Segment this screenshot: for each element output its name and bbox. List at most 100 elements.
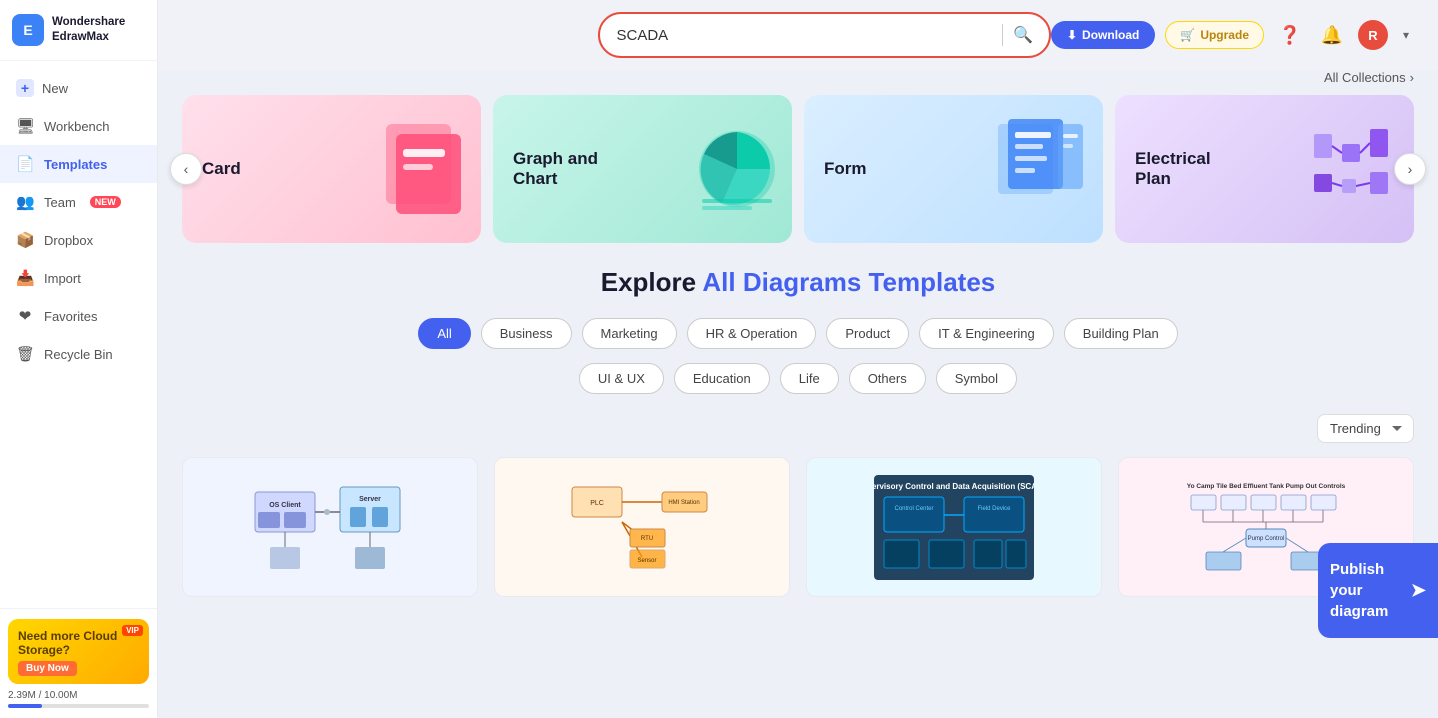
sidebar-item-templates[interactable]: 📄 Templates xyxy=(0,145,157,183)
sort-select[interactable]: Trending Newest Popular xyxy=(1317,414,1414,443)
sort-bar: Trending Newest Popular xyxy=(182,414,1414,443)
electrical-plan-label: ElectricalPlan xyxy=(1135,149,1211,189)
category-others[interactable]: Others xyxy=(849,363,926,394)
sidebar-item-recycle-bin[interactable]: 🗑 Recycle Bin xyxy=(0,335,157,373)
category-building-plan[interactable]: Building Plan xyxy=(1064,318,1178,349)
team-icon: 👥 xyxy=(16,193,34,211)
new-label: New xyxy=(42,81,68,96)
carousel-card-form[interactable]: Form xyxy=(804,95,1103,243)
app-logo[interactable]: E Wondershare EdrawMax xyxy=(0,0,157,61)
category-life[interactable]: Life xyxy=(780,363,839,394)
category-hr-operation[interactable]: HR & Operation xyxy=(687,318,817,349)
category-pills: All Business Marketing HR & Operation Pr… xyxy=(182,318,1414,349)
sidebar-item-team[interactable]: 👥 Team NEW xyxy=(0,183,157,221)
main-content: 🔍 ⬇ Download 🛒 Upgrade ❓ 🔔 R ▾ All Colle… xyxy=(158,0,1438,718)
template-carousel-section: All Collections › ‹ Card xyxy=(182,70,1414,243)
svg-text:HMI Station: HMI Station xyxy=(668,500,699,506)
team-new-badge: NEW xyxy=(90,196,121,208)
category-symbol[interactable]: Symbol xyxy=(936,363,1017,394)
category-education[interactable]: Education xyxy=(674,363,770,394)
all-collections-link[interactable]: All Collections › xyxy=(1324,70,1414,85)
search-input[interactable] xyxy=(616,27,992,44)
sidebar-item-workbench[interactable]: 🖥 Workbench xyxy=(0,107,157,145)
sidebar-item-label: Import xyxy=(44,271,81,286)
svg-text:OS Client: OS Client xyxy=(269,502,301,509)
sidebar-bottom: VIP Need more Cloud Storage? Buy Now 2.3… xyxy=(0,608,157,718)
sidebar: E Wondershare EdrawMax + New 🖥 Workbench… xyxy=(0,0,158,718)
sidebar-item-label: Team xyxy=(44,195,76,210)
topbar-actions: ⬇ Download 🛒 Upgrade ❓ 🔔 R ▾ xyxy=(1051,19,1414,51)
user-menu-button[interactable]: ▾ xyxy=(1398,19,1414,51)
storage-bar-fill xyxy=(8,704,42,708)
electrical-plan-image xyxy=(1304,109,1404,229)
template-thumb-3[interactable]: Supervisory Control and Data Acquisition… xyxy=(806,457,1102,597)
sidebar-item-dropbox[interactable]: 📦 Dropbox xyxy=(0,221,157,259)
carousel-container: ‹ Card xyxy=(182,95,1414,243)
category-pills-row2: UI & UX Education Life Others Symbol xyxy=(182,363,1414,394)
app-name: Wondershare EdrawMax xyxy=(52,15,125,45)
carousel-card-electrical-plan[interactable]: ElectricalPlan xyxy=(1115,95,1414,243)
notifications-button[interactable]: 🔔 xyxy=(1316,19,1348,51)
cloud-storage-banner[interactable]: VIP Need more Cloud Storage? Buy Now xyxy=(8,619,149,684)
card-image xyxy=(381,109,471,229)
workbench-icon: 🖥 xyxy=(16,117,34,135)
card-label: Card xyxy=(202,159,241,179)
category-marketing[interactable]: Marketing xyxy=(582,318,677,349)
templates-icon: 📄 xyxy=(16,155,34,173)
svg-text:Server: Server xyxy=(359,496,381,503)
recycle-icon: 🗑 xyxy=(16,345,34,363)
carousel-track: Card Graph andChart xyxy=(182,95,1414,243)
vip-badge: VIP xyxy=(122,625,143,636)
help-button[interactable]: ❓ xyxy=(1274,19,1306,51)
publish-arrow-icon: ➤ xyxy=(1411,578,1426,603)
chevron-right-icon: › xyxy=(1410,70,1414,85)
carousel-header: All Collections › xyxy=(182,70,1414,85)
carousel-card-card[interactable]: Card xyxy=(182,95,481,243)
svg-text:Pump Control: Pump Control xyxy=(1248,536,1285,542)
graph-chart-image xyxy=(692,109,782,229)
storage-label: 2.39M / 10.00M xyxy=(8,690,149,701)
search-icon[interactable]: 🔍 xyxy=(1013,25,1033,45)
publish-label: Publish your diagram xyxy=(1330,559,1403,622)
carousel-next-button[interactable]: › xyxy=(1394,153,1426,185)
sidebar-item-label: Workbench xyxy=(44,119,110,134)
sidebar-item-label: Dropbox xyxy=(44,233,93,248)
form-label: Form xyxy=(824,159,867,179)
download-icon: ⬇ xyxy=(1067,28,1077,42)
svg-text:PLC: PLC xyxy=(590,500,604,507)
graph-chart-label: Graph andChart xyxy=(513,149,598,189)
storage-bar-wrap: 2.39M / 10.00M xyxy=(8,690,149,708)
svg-text:Yo Camp Tile Bed Effluent Tank: Yo Camp Tile Bed Effluent Tank Pump Out … xyxy=(1187,483,1346,490)
template-thumb-1[interactable]: OS Client Server xyxy=(182,457,478,597)
svg-text:Sensor: Sensor xyxy=(637,558,656,564)
template-grid: OS Client Server xyxy=(182,457,1414,597)
template-thumb-2[interactable]: PLC HMI Station RTU Sensor xyxy=(494,457,790,597)
category-it-engineering[interactable]: IT & Engineering xyxy=(919,318,1054,349)
category-ui-ux[interactable]: UI & UX xyxy=(579,363,664,394)
buy-now-button[interactable]: Buy Now xyxy=(18,661,77,676)
svg-text:Control Center: Control Center xyxy=(894,506,933,512)
download-button[interactable]: ⬇ Download xyxy=(1051,21,1155,49)
favorites-icon: ❤ xyxy=(16,307,34,325)
content-area: All Collections › ‹ Card xyxy=(158,70,1438,718)
new-plus-icon: + xyxy=(16,79,34,97)
category-product[interactable]: Product xyxy=(826,318,909,349)
sidebar-item-favorites[interactable]: ❤ Favorites xyxy=(0,297,157,335)
new-item[interactable]: + New xyxy=(0,69,157,107)
import-icon: 📥 xyxy=(16,269,34,287)
publish-banner[interactable]: Publish your diagram ➤ xyxy=(1318,543,1438,638)
user-avatar[interactable]: R xyxy=(1358,20,1388,50)
svg-text:Supervisory Control and Data A: Supervisory Control and Data Acquisition… xyxy=(874,482,1034,491)
sidebar-item-import[interactable]: 📥 Import xyxy=(0,259,157,297)
svg-text:Field Device: Field Device xyxy=(977,506,1011,512)
carousel-prev-button[interactable]: ‹ xyxy=(170,153,202,185)
cloud-storage-title: Need more Cloud Storage? xyxy=(18,629,139,657)
carousel-card-graph-chart[interactable]: Graph andChart xyxy=(493,95,792,243)
logo-icon: E xyxy=(12,14,44,46)
upgrade-button[interactable]: 🛒 Upgrade xyxy=(1165,21,1264,49)
category-all[interactable]: All xyxy=(418,318,470,349)
search-divider xyxy=(1002,24,1003,46)
cart-icon: 🛒 xyxy=(1180,28,1195,42)
explore-section: Explore All Diagrams Templates xyxy=(182,267,1414,298)
category-business[interactable]: Business xyxy=(481,318,572,349)
